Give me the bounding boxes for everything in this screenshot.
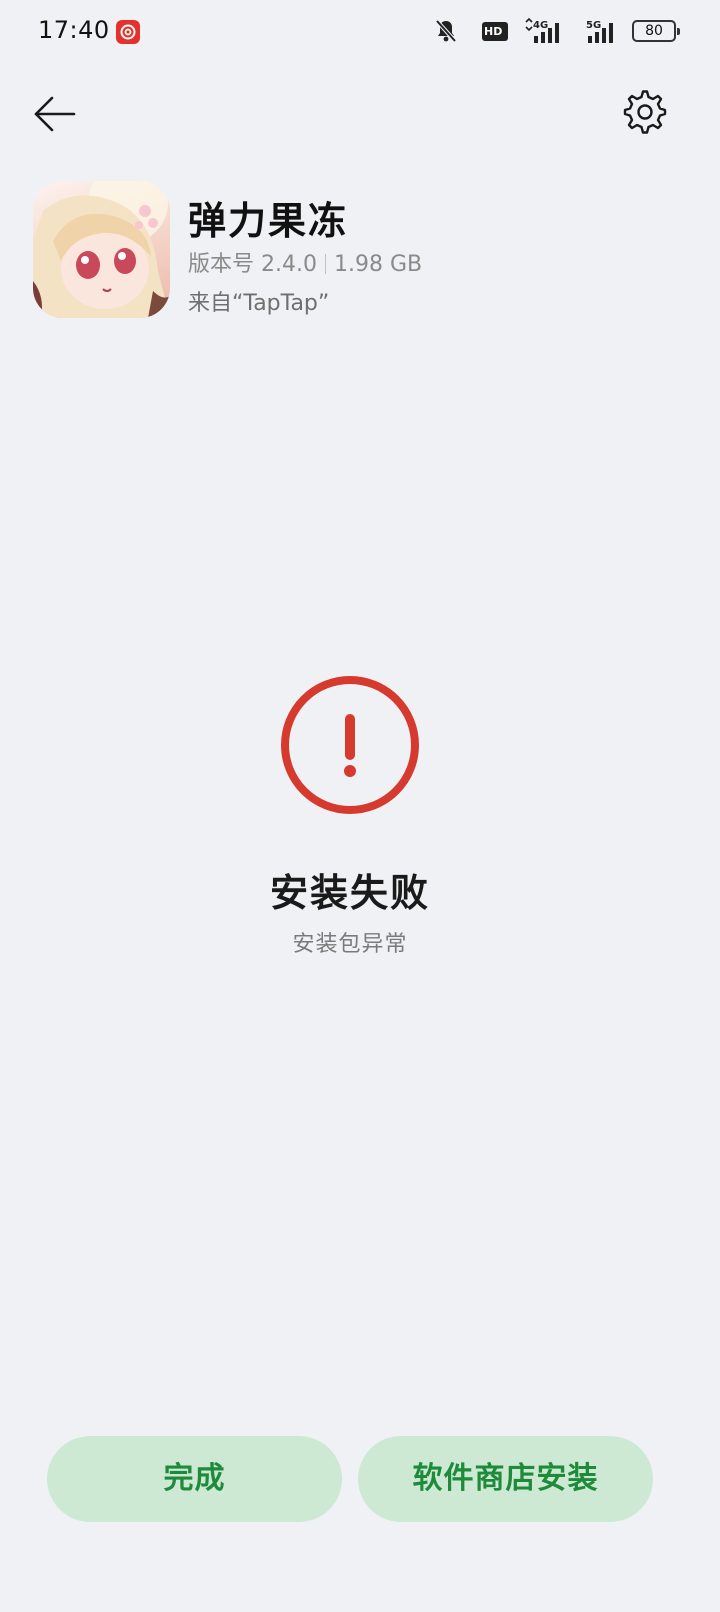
hd-voice-icon: HD — [482, 22, 508, 41]
install-result-screen: 17:40 HD 4G 5G 80 弹力果冻 版本号 2.4.0 1.98 GB… — [0, 0, 720, 1612]
signal-5g-icon: 5G — [584, 18, 624, 48]
signal-4g-icon: 4G — [524, 17, 568, 48]
done-button[interactable]: 完成 — [47, 1436, 342, 1522]
battery-icon: 80 — [632, 20, 680, 42]
settings-gear-icon[interactable] — [622, 90, 668, 136]
error-exclamation-icon — [279, 674, 421, 816]
app-version: 版本号 2.4.0 — [188, 252, 317, 277]
svg-text:5G: 5G — [586, 20, 601, 31]
app-source: 来自“TapTap” — [188, 291, 330, 316]
status-time: 17:40 — [38, 16, 110, 44]
app-size: 1.98 GB — [333, 252, 423, 277]
install-failed-title: 安装失败 — [269, 871, 430, 915]
app-meta: 版本号 2.4.0 1.98 GB — [188, 246, 422, 278]
svg-text:4G: 4G — [533, 20, 548, 31]
meta-divider — [324, 254, 326, 274]
app-store-install-button[interactable]: 软件商店安装 — [358, 1436, 653, 1522]
app-name: 弹力果冻 — [188, 199, 349, 243]
status-bar: 17:40 HD 4G 5G 80 — [0, 0, 720, 64]
back-arrow-icon[interactable] — [32, 92, 78, 136]
muted-bell-icon — [434, 18, 458, 48]
install-failed-reason: 安装包异常 — [292, 932, 408, 957]
app-icon — [33, 181, 170, 318]
netease-music-notification-icon — [116, 20, 140, 44]
